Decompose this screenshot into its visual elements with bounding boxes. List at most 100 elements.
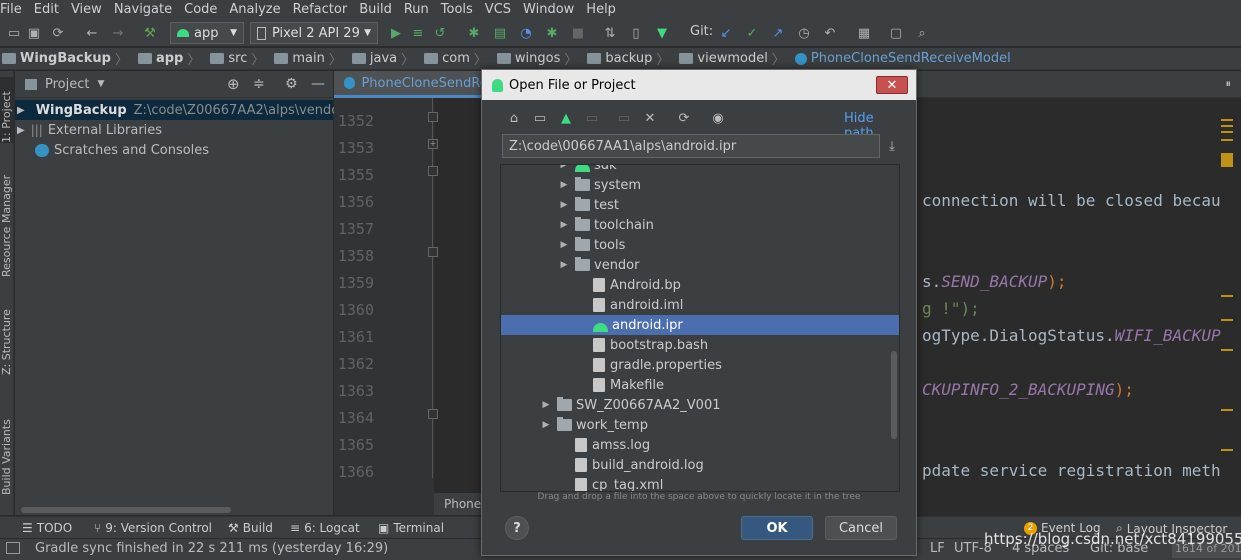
build-tool-button[interactable]: ⚒ Build	[228, 521, 273, 535]
apply-code-changes-icon[interactable]: ↺	[432, 25, 448, 41]
expand-arrow-icon[interactable]: ▶	[559, 165, 569, 170]
expand-arrow-icon[interactable]: ▶	[17, 105, 25, 116]
menu-tools[interactable]: Tools	[441, 2, 473, 17]
fold-marker-icon[interactable]	[428, 112, 438, 122]
chevron-down-icon[interactable]: ▼	[97, 79, 104, 89]
breadcrumb-item[interactable]: wingos 〉	[491, 49, 577, 68]
gear-icon[interactable]: ⚙	[285, 76, 298, 92]
file-tree-row[interactable]: amss.log	[501, 435, 899, 455]
avd-manager-icon[interactable]: ▯	[628, 25, 644, 41]
expand-arrow-icon[interactable]: ▶	[17, 125, 25, 136]
file-tree-row[interactable]: Android.bp	[501, 275, 899, 295]
file-tree-row[interactable]: android.iml	[501, 295, 899, 315]
delete-icon[interactable]: ✕	[642, 110, 658, 126]
file-tree-row[interactable]: ▶ vendor	[501, 255, 899, 275]
project-view-select[interactable]: Project	[45, 77, 89, 92]
file-tree-row[interactable]: ▶ toolchain	[501, 215, 899, 235]
new-folder-icon[interactable]: ▭	[616, 110, 632, 126]
breadcrumb-item[interactable]: backup 〉	[581, 49, 669, 68]
save-icon[interactable]: ▣	[26, 25, 42, 41]
project-directory-icon[interactable]: ▲	[558, 110, 574, 126]
vertical-scrollbar[interactable]	[891, 351, 897, 439]
expand-arrow-icon[interactable]: ▶	[541, 400, 551, 410]
breadcrumb-item[interactable]: main 〉	[268, 49, 342, 68]
file-tree-row[interactable]: ▶ test	[501, 195, 899, 215]
fold-marker-icon[interactable]	[428, 409, 438, 419]
menu-run[interactable]: Run	[404, 2, 429, 17]
todo-tool-button[interactable]: ☰ TODO	[22, 521, 72, 535]
git-push-icon[interactable]: ↗	[770, 25, 786, 41]
expand-arrow-icon[interactable]: ▶	[541, 420, 551, 430]
breadcrumb-item[interactable]: src 〉	[204, 49, 264, 68]
cancel-button[interactable]: Cancel	[825, 516, 897, 540]
menu-build[interactable]: Build	[359, 2, 392, 17]
forward-arrow-icon[interactable]: →	[110, 25, 126, 41]
menu-file[interactable]: File	[0, 2, 22, 17]
show-hidden-icon[interactable]: ◉	[710, 110, 726, 126]
close-icon[interactable]: ✕	[876, 76, 908, 94]
open-folder-icon[interactable]: ▭	[6, 25, 22, 41]
file-tree-row[interactable]: cp_tag.xml	[501, 475, 899, 491]
git-commit-icon[interactable]: ✓	[744, 25, 760, 41]
fold-marker-icon[interactable]	[428, 166, 438, 176]
menu-window[interactable]: Window	[523, 2, 574, 17]
project-structure-icon[interactable]: ▦	[856, 25, 872, 41]
menu-analyze[interactable]: Analyze	[229, 2, 280, 17]
breadcrumb-item[interactable]: java 〉	[346, 49, 414, 68]
back-arrow-icon[interactable]: ←	[84, 25, 100, 41]
breadcrumb-item[interactable]: com 〉	[418, 49, 487, 68]
version-control-tool-button[interactable]: ⑂ 9: Version Control	[94, 521, 212, 535]
collapse-all-icon[interactable]: ≑	[253, 76, 265, 92]
module-directory-icon[interactable]: ▭	[584, 110, 600, 126]
search-icon[interactable]: ⌕	[914, 25, 930, 41]
file-tree[interactable]: cp_tag.xml build_android.log amss.log ▶ work…	[500, 164, 900, 492]
menu-view[interactable]: View	[71, 2, 102, 17]
file-tree-row[interactable]: ▶ SW_Z00667AA2_V001	[501, 395, 899, 415]
menu-edit[interactable]: Edit	[34, 2, 59, 17]
menu-vcs[interactable]: VCS	[485, 2, 511, 17]
home-icon[interactable]: ⌂	[506, 110, 522, 126]
apply-changes-icon[interactable]: ≡	[410, 25, 426, 41]
file-tree-row[interactable]: ▶ system	[501, 175, 899, 195]
structure-tool-tab[interactable]: Z: Structure	[0, 305, 14, 375]
run-config-select[interactable]: app ▼	[170, 22, 244, 44]
device-select[interactable]: Pixel 2 API 29 ▼	[250, 22, 378, 44]
file-tree-row[interactable]: Makefile	[501, 375, 899, 395]
file-tree-row[interactable]: bootstrap.bash	[501, 335, 899, 355]
attach-debugger-icon[interactable]: ✱	[544, 25, 560, 41]
layout-icon[interactable]: ▢	[888, 25, 904, 41]
expand-arrow-icon[interactable]: ▶	[559, 180, 569, 190]
breadcrumb-item[interactable]: app 〉	[132, 49, 200, 68]
git-update-icon[interactable]: ↙	[718, 25, 734, 41]
file-tree-row[interactable]: android.ipr	[501, 315, 899, 335]
sdk-manager-icon[interactable]: ▼	[654, 25, 670, 41]
expand-arrow-icon[interactable]: ▶	[559, 240, 569, 250]
expand-arrow-icon[interactable]: ▶	[559, 220, 569, 230]
breadcrumb-item[interactable]: PhoneCloneSendReceiveModel	[789, 51, 1011, 66]
stop-icon[interactable]: ■	[570, 25, 586, 41]
horizontal-scrollbar[interactable]	[21, 507, 231, 513]
tree-item-scratches[interactable]: Scratches and Consoles	[15, 140, 209, 160]
project-tool-tab[interactable]: 1: Project	[0, 77, 14, 143]
file-tree-row[interactable]: ▶ sdk	[501, 165, 899, 175]
fold-marker-icon[interactable]	[428, 247, 438, 257]
line-separator-indicator[interactable]: LF	[930, 541, 945, 556]
history-icon[interactable]: ◷	[796, 25, 812, 41]
error-stripe[interactable]	[1221, 119, 1233, 479]
menu-refactor[interactable]: Refactor	[293, 2, 348, 17]
resource-manager-tool-tab[interactable]: Resource Manager	[0, 167, 14, 277]
download-icon[interactable]: ⤓	[884, 138, 900, 154]
help-button[interactable]: ?	[505, 516, 529, 540]
file-tree-row[interactable]: gradle.properties	[501, 355, 899, 375]
refresh-icon[interactable]: ⟳	[676, 110, 692, 126]
fold-marker-icon[interactable]: +	[428, 139, 438, 149]
expand-arrow-icon[interactable]: ▶	[559, 260, 569, 270]
editor-tab[interactable]: PhoneCloneSendRe	[334, 71, 482, 98]
hammer-icon[interactable]: ⚒	[142, 25, 158, 41]
breadcrumb-item[interactable]: viewmodel 〉	[673, 49, 785, 68]
expand-arrow-icon[interactable]: ▶	[559, 200, 569, 210]
split-icon[interactable]: ⏸	[1226, 77, 1232, 91]
run-icon[interactable]: ▶	[388, 25, 404, 41]
toggle-tool-windows-icon[interactable]	[6, 542, 20, 554]
profile-icon[interactable]: ◔	[518, 25, 534, 41]
